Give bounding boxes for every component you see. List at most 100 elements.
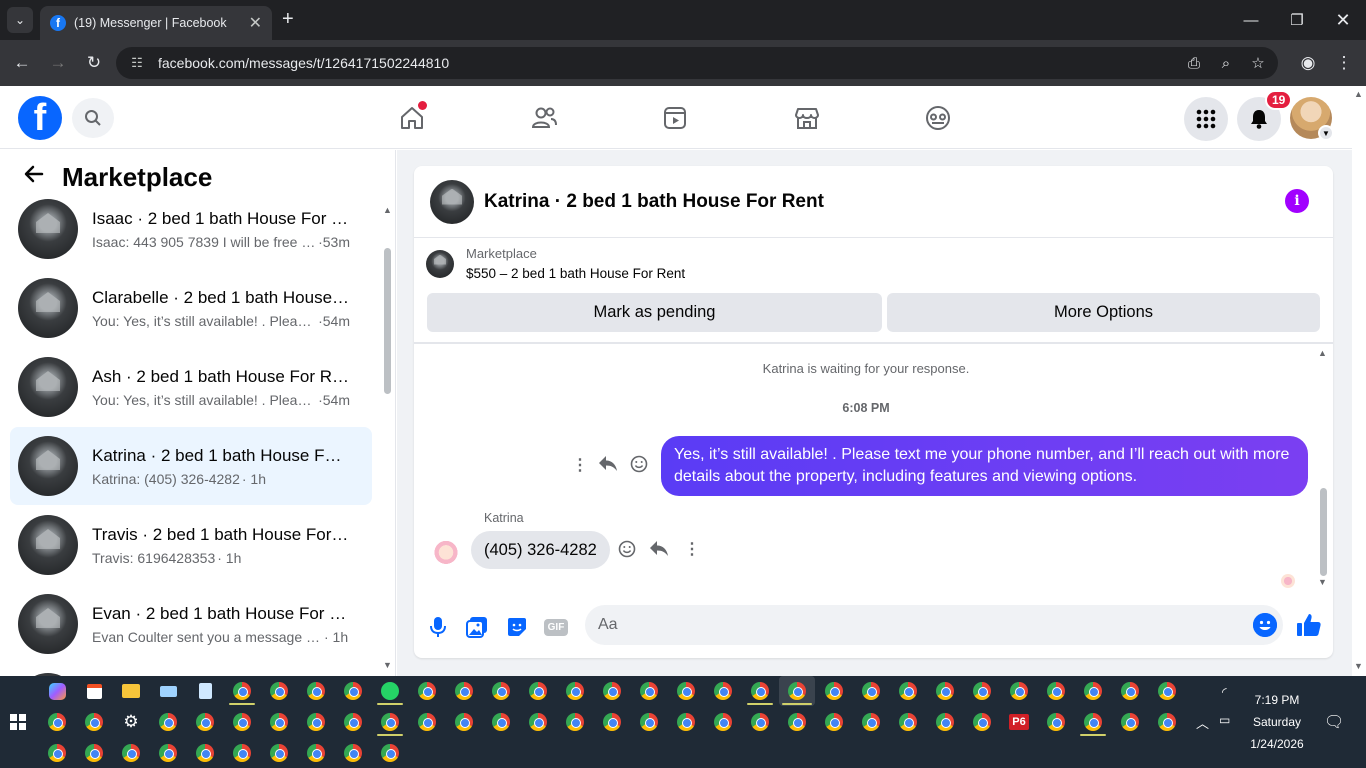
gaming-nav-icon[interactable]: [922, 102, 954, 134]
chrome-icon[interactable]: [934, 711, 956, 733]
p6-app-icon[interactable]: P6: [1008, 711, 1030, 733]
menu-grid-button[interactable]: [1184, 97, 1228, 141]
back-arrow-icon[interactable]: [22, 162, 48, 193]
chrome-icon[interactable]: [971, 711, 993, 733]
chrome-icon[interactable]: [157, 711, 179, 733]
chrome-icon[interactable]: [860, 711, 882, 733]
home-nav-icon[interactable]: [396, 101, 428, 134]
reload-button[interactable]: ↻: [82, 51, 106, 75]
chrome-icon[interactable]: [601, 680, 623, 702]
scroll-down-arrow-icon[interactable]: ▼: [1354, 661, 1363, 671]
facebook-logo-icon[interactable]: f: [18, 96, 62, 140]
conversation-item-active[interactable]: Katrina · 2 bed 1 bath House For ... Kat…: [10, 427, 372, 505]
restore-button[interactable]: ❐: [1274, 0, 1320, 40]
chrome-icon[interactable]: [564, 680, 586, 702]
chrome-icon[interactable]: [453, 711, 475, 733]
chrome-icon[interactable]: [83, 742, 105, 764]
list-scroll-down-icon[interactable]: ▼: [383, 660, 392, 670]
chrome-icon[interactable]: [379, 711, 401, 733]
chrome-icon[interactable]: [675, 680, 697, 702]
chrome-icon[interactable]: [527, 680, 549, 702]
chrome-icon[interactable]: [157, 742, 179, 764]
chrome-icon[interactable]: [453, 680, 475, 702]
info-icon[interactable]: i: [1285, 189, 1309, 213]
list-scroll-up-icon[interactable]: ▲: [383, 205, 392, 215]
chrome-icon[interactable]: [1082, 711, 1104, 733]
browser-menu-icon[interactable]: ⋮: [1332, 51, 1356, 75]
network-battery-icon[interactable]: ▭: [1219, 713, 1230, 727]
chrome-icon[interactable]: [194, 711, 216, 733]
chrome-icon[interactable]: [120, 742, 142, 764]
chrome-icon[interactable]: [1119, 711, 1141, 733]
chrome-icon[interactable]: [786, 711, 808, 733]
file-explorer-icon[interactable]: [120, 680, 142, 702]
message-input[interactable]: Aa: [585, 605, 1283, 645]
conversation-item[interactable]: Travis · 2 bed 1 bath House For R... Tra…: [10, 506, 372, 584]
settings-gear-icon[interactable]: ⚙: [120, 711, 142, 733]
new-tab-button[interactable]: +: [282, 8, 294, 31]
watch-nav-icon[interactable]: [659, 102, 691, 134]
close-window-button[interactable]: ✕: [1320, 0, 1366, 40]
zoom-icon[interactable]: ⌕: [1211, 47, 1241, 79]
outgoing-message-bubble[interactable]: Yes, it’s still available! . Please text…: [661, 436, 1308, 496]
chrome-icon[interactable]: [379, 742, 401, 764]
microphone-icon[interactable]: [423, 612, 453, 642]
chrome-icon[interactable]: [1045, 711, 1067, 733]
show-hidden-icons-chevron-icon[interactable]: ︿: [1196, 713, 1209, 732]
chrome-icon[interactable]: [1008, 680, 1030, 702]
chrome-icon[interactable]: [638, 711, 660, 733]
search-button[interactable]: [72, 98, 114, 138]
chrome-icon[interactable]: [416, 711, 438, 733]
tab-close-icon[interactable]: ✕: [249, 13, 262, 33]
list-scrollbar-thumb[interactable]: [384, 248, 391, 394]
chrome-icon[interactable]: [860, 680, 882, 702]
chrome-icon[interactable]: [268, 711, 290, 733]
chat-scroll-up-icon[interactable]: ▲: [1318, 348, 1327, 358]
bookmark-star-icon[interactable]: ☆: [1243, 47, 1273, 79]
whatsapp-icon[interactable]: [379, 680, 401, 702]
chrome-icon[interactable]: [231, 680, 253, 702]
chrome-icon[interactable]: [231, 711, 253, 733]
chrome-icon[interactable]: [1045, 680, 1067, 702]
sticker-icon[interactable]: [502, 612, 532, 642]
conversation-item[interactable]: Isaac · 2 bed 1 bath House For R... Isaa…: [10, 190, 372, 268]
chrome-icon[interactable]: [231, 742, 253, 764]
chrome-icon[interactable]: [638, 680, 660, 702]
chrome-icon[interactable]: [1156, 680, 1178, 702]
keyboard-icon[interactable]: [157, 680, 179, 702]
notepad-icon[interactable]: [194, 680, 216, 702]
chat-listing-thumbnail[interactable]: [430, 179, 474, 224]
chrome-icon[interactable]: [416, 680, 438, 702]
chrome-icon[interactable]: [342, 680, 364, 702]
conversation-item[interactable]: Ash · 2 bed 1 bath House For Rent You: Y…: [10, 348, 372, 426]
page-scrollbar[interactable]: ▲ ▼: [1352, 87, 1366, 676]
chrome-icon[interactable]: [83, 711, 105, 733]
more-options-button[interactable]: More Options: [887, 293, 1320, 332]
react-emoji-icon[interactable]: [630, 455, 648, 478]
copilot-icon[interactable]: [46, 680, 68, 702]
chrome-icon[interactable]: [601, 711, 623, 733]
chrome-icon[interactable]: [823, 711, 845, 733]
chat-scroll-down-icon[interactable]: ▼: [1318, 577, 1327, 587]
thumbs-up-icon[interactable]: [1294, 610, 1324, 640]
scroll-up-arrow-icon[interactable]: ▲: [1354, 89, 1363, 99]
browser-tab-active[interactable]: f (19) Messenger | Facebook ✕: [40, 6, 272, 40]
chrome-icon[interactable]: [823, 680, 845, 702]
chrome-icon[interactable]: [934, 680, 956, 702]
chrome-icon-active[interactable]: [786, 680, 808, 702]
mark-as-pending-button[interactable]: Mark as pending: [427, 293, 882, 332]
system-clock[interactable]: 7:19 PM Saturday 1/24/2026: [1236, 689, 1318, 755]
more-actions-icon[interactable]: ⋮: [572, 455, 588, 475]
chrome-icon[interactable]: [564, 711, 586, 733]
back-button[interactable]: ←: [10, 51, 34, 75]
chrome-icon[interactable]: [712, 680, 734, 702]
chrome-icon[interactable]: [490, 680, 512, 702]
chrome-icon[interactable]: [46, 711, 68, 733]
chrome-icon[interactable]: [342, 711, 364, 733]
chrome-icon[interactable]: [897, 680, 919, 702]
chrome-icon[interactable]: [268, 680, 290, 702]
install-app-icon[interactable]: ⎙: [1179, 47, 1209, 79]
chrome-icon[interactable]: [268, 742, 290, 764]
conversation-item[interactable]: [10, 664, 372, 676]
chrome-icon[interactable]: [675, 711, 697, 733]
